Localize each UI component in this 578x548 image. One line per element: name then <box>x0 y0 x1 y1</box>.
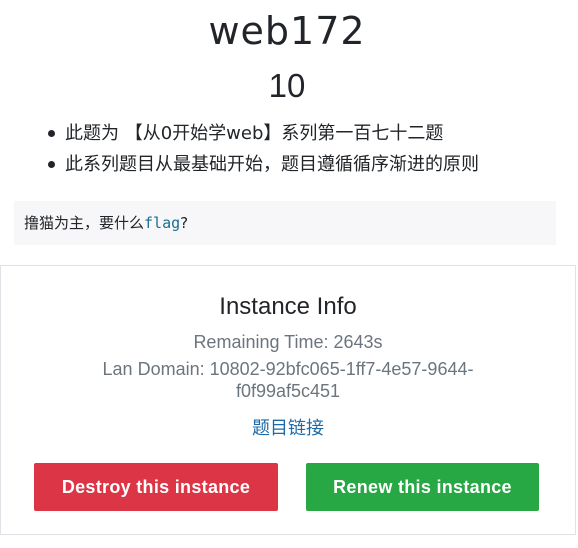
hint-code: flag <box>144 214 181 232</box>
bullet-icon <box>48 161 55 168</box>
hint-text: 撸猫为主，要什么 <box>24 214 145 232</box>
challenge-link[interactable]: 题目链接 <box>1 417 575 441</box>
challenge-points: 10 <box>268 67 306 104</box>
lan-domain: Lan Domain: 10802-92bfc065-1ff7-4e57-964… <box>102 359 474 401</box>
challenge-title: web172 <box>208 9 366 53</box>
remaining-time: Remaining Time: 2643s <box>193 332 383 352</box>
destroy-instance-button[interactable]: Destroy this instance <box>34 463 278 511</box>
list-item: 此题为 【从0开始学web】系列第一百七十二题 <box>48 118 479 149</box>
bullet-icon <box>48 130 55 137</box>
description-list: 此题为 【从0开始学web】系列第一百七十二题 此系列题目从最基础开始，题目遵循… <box>48 118 479 180</box>
instance-info-heading: Instance Info <box>219 293 357 320</box>
description-text: 此题为 【从0开始学web】系列第一百七十二题 <box>65 123 444 144</box>
renew-instance-button[interactable]: Renew this instance <box>306 463 539 511</box>
instance-info-card: Instance Info Remaining Time: 2643s Lan … <box>0 265 576 535</box>
description-text: 此系列题目从最基础开始，题目遵循循序渐进的原则 <box>65 154 479 175</box>
list-item: 此系列题目从最基础开始，题目遵循循序渐进的原则 <box>48 149 479 180</box>
challenge-page: web172 10 此题为 【从0开始学web】系列第一百七十二题 此系列题目从… <box>0 0 578 548</box>
hint-block: 撸猫为主，要什么flag? <box>14 201 556 245</box>
hint-suffix: ? <box>180 214 189 232</box>
